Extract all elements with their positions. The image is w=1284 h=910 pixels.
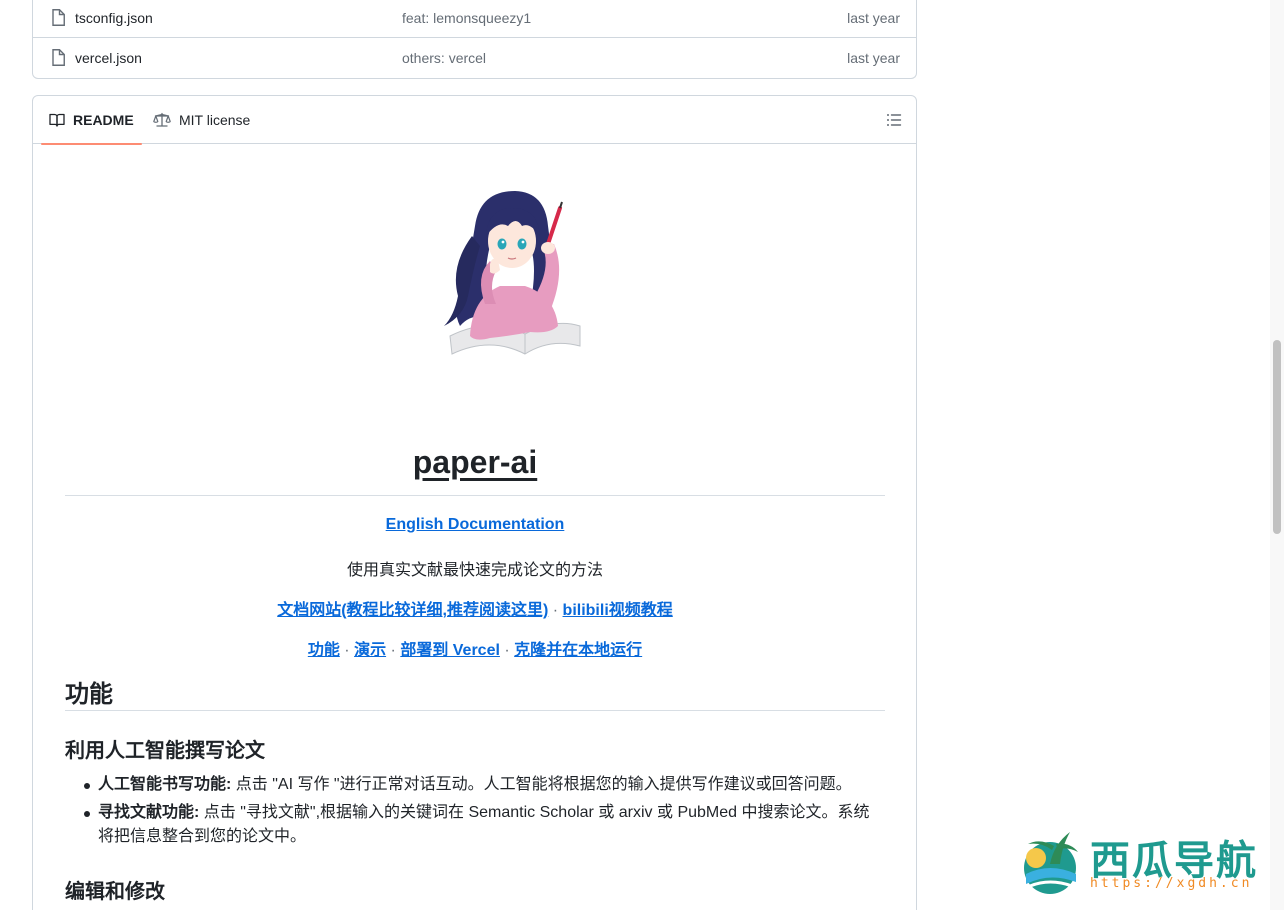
heading-divider [65, 710, 885, 711]
edit-heading: 编辑和修改 [65, 881, 165, 903]
watermark-url: https://xgdh.cn [1090, 876, 1253, 891]
title-divider [65, 495, 885, 496]
tab-license[interactable]: MIT license [145, 96, 258, 144]
separator: · [390, 642, 396, 659]
separator: · [344, 642, 350, 659]
scrollbar-thumb[interactable] [1273, 340, 1281, 534]
commit-message[interactable]: feat: lemonsqueezy1 [402, 10, 531, 26]
file-name[interactable]: vercel.json [75, 50, 142, 66]
file-name[interactable]: tsconfig.json [75, 10, 153, 26]
ai-writing-heading: 利用人工智能撰写论文 [65, 740, 265, 762]
list-item: 人工智能书写功能: 点击 "AI 写作 "进行正常对话互动。人工智能将根据您的输… [65, 773, 885, 797]
watermelon-logo-icon [1024, 832, 1078, 894]
commit-message[interactable]: others: vercel [402, 50, 486, 66]
anime-girl-illustration [444, 191, 581, 355]
watermark: 西瓜导航 https://xgdh.cn [1020, 824, 1270, 896]
list-item-text: 点击 "寻找文献",根据输入的关键词在 Semantic Scholar 或 a… [98, 804, 870, 845]
bilibili-link[interactable]: bilibili视频教程 [563, 602, 673, 619]
tagline: 使用真实文献最快速完成论文的方法 [346, 562, 603, 579]
file-row[interactable]: vercel.json others: vercel last year [33, 38, 916, 78]
readme-tabs: README MIT license [33, 96, 916, 145]
separator: · [552, 602, 559, 619]
file-icon [52, 49, 65, 66]
english-doc-link[interactable]: English Documentation [386, 516, 565, 533]
nav-clone-link[interactable]: 克隆并在本地运行 [514, 642, 642, 659]
scale-icon [153, 112, 171, 127]
nav-deploy-link[interactable]: 部署到 Vercel [400, 642, 500, 659]
tab-license-label: MIT license [179, 112, 251, 128]
tab-readme-label: README [73, 112, 134, 128]
file-row[interactable]: tsconfig.json feat: lemonsqueezy1 last y… [33, 0, 916, 38]
separator: · [504, 642, 510, 659]
list-item: 寻找文献功能: 点击 "寻找文献",根据输入的关键词在 Semantic Sch… [65, 801, 885, 849]
features-heading: 功能 [65, 681, 113, 708]
page-scrollbar[interactable] [1270, 0, 1284, 910]
english-doc-line: English Documentation [65, 516, 885, 534]
list-item-text: 点击 "AI 写作 "进行正常对话互动。人工智能将根据您的输入提供写作建议或回答… [231, 776, 852, 793]
readme-panel: README MIT license paper-ai English Docu… [32, 95, 917, 910]
file-list: tsconfig.json feat: lemonsqueezy1 last y… [32, 0, 917, 79]
nav-demo-link[interactable]: 演示 [354, 642, 386, 659]
tab-readme[interactable]: README [41, 96, 142, 145]
file-icon [52, 9, 65, 26]
commit-time: last year [847, 10, 900, 26]
book-icon [49, 113, 65, 127]
list-item-title: 人工智能书写功能: [98, 776, 232, 793]
commit-time: last year [847, 50, 900, 66]
doc-site-link[interactable]: 文档网站(教程比较详细,推荐阅读这里) [277, 602, 548, 619]
list-item-title: 寻找文献功能: [98, 804, 200, 821]
feature-list: 人工智能书写功能: 点击 "AI 写作 "进行正常对话互动。人工智能将根据您的输… [65, 773, 885, 853]
nav-links-line: 功能 · 演示 · 部署到 Vercel · 克隆并在本地运行 [65, 636, 885, 660]
outline-list-icon[interactable] [884, 110, 904, 130]
readme-title[interactable]: paper-ai [65, 444, 885, 481]
nav-features-link[interactable]: 功能 [308, 642, 340, 659]
doc-links-line: 文档网站(教程比较详细,推荐阅读这里) · bilibili视频教程 [65, 596, 885, 620]
